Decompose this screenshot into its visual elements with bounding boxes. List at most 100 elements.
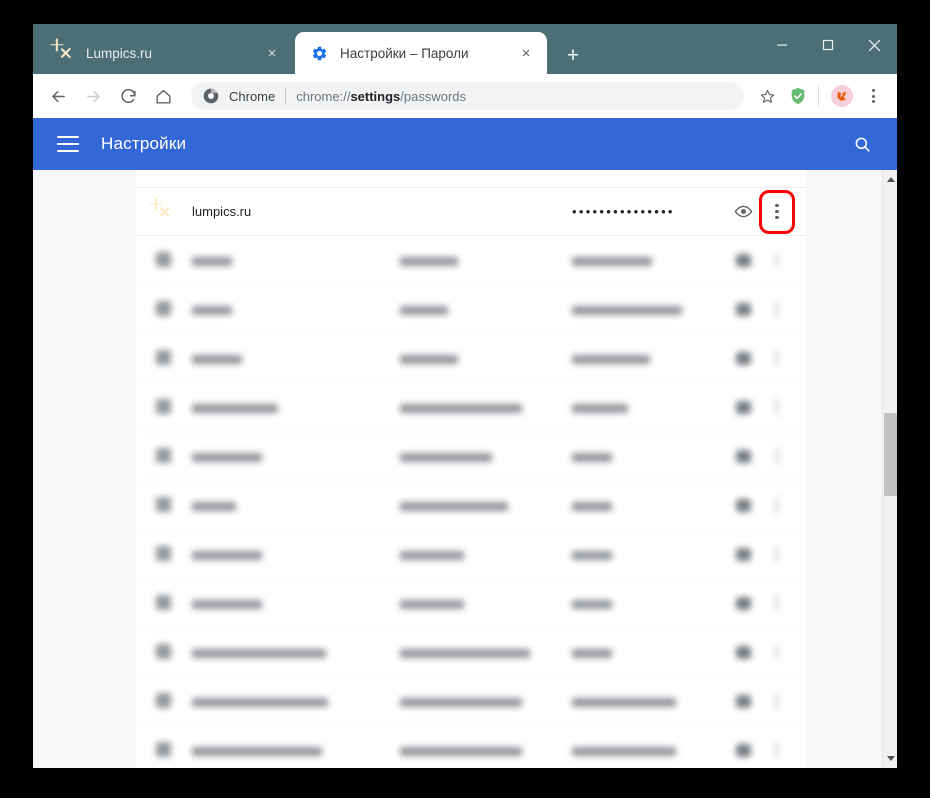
row-more-menu-button[interactable] (760, 586, 794, 620)
back-arrow-icon[interactable] (43, 81, 73, 111)
row-more-menu-button[interactable] (760, 243, 794, 277)
row-more-menu-button[interactable] (760, 537, 794, 571)
show-password-eye-icon[interactable] (726, 635, 760, 669)
password-row-website: lumpics.ru (192, 204, 252, 219)
password-row[interactable] (136, 579, 806, 628)
show-password-eye-icon[interactable] (726, 292, 760, 326)
search-icon[interactable] (849, 131, 875, 157)
address-bar[interactable]: Chrome chrome://settings/passwords (191, 82, 744, 110)
browser-tab-settings-passwords[interactable]: Настройки – Пароли × (295, 32, 547, 74)
show-password-eye-icon[interactable] (726, 586, 760, 620)
show-password-eye-icon[interactable] (726, 439, 760, 473)
password-row-password (572, 400, 726, 415)
row-more-menu-button[interactable] (760, 390, 794, 424)
show-password-eye-icon[interactable] (726, 390, 760, 424)
url-text: chrome://settings/passwords (296, 89, 466, 104)
row-more-menu-button[interactable] (760, 341, 794, 375)
scroll-down-arrow-icon[interactable] (883, 751, 897, 766)
password-row[interactable]: lumpics.ru ••••••••••••••• (136, 187, 806, 236)
hamburger-icon[interactable] (57, 136, 79, 152)
star-icon[interactable] (753, 82, 781, 110)
password-row-username (400, 302, 572, 317)
close-icon[interactable]: × (261, 42, 283, 64)
url-bold: settings (350, 88, 401, 104)
password-row-username (400, 694, 572, 709)
close-button[interactable] (851, 24, 897, 66)
shield-icon[interactable] (784, 82, 812, 110)
password-row-username (400, 351, 572, 366)
password-row-password (572, 351, 726, 366)
reload-icon[interactable] (113, 81, 143, 111)
password-row[interactable] (136, 285, 806, 334)
minimize-button[interactable] (759, 24, 805, 66)
saved-passwords-card: lumpics.ru ••••••••••••••• (136, 170, 806, 768)
password-row[interactable] (136, 530, 806, 579)
row-more-menu-button[interactable] (760, 292, 794, 326)
show-password-eye-icon[interactable] (726, 684, 760, 718)
show-password-eye-icon[interactable] (726, 488, 760, 522)
password-row-password (572, 645, 726, 660)
scroll-up-arrow-icon[interactable] (883, 172, 897, 187)
three-dot-menu-icon (775, 595, 779, 611)
url-prefix: chrome:// (296, 88, 351, 104)
browser-tab-lumpics[interactable]: Lumpics.ru × (41, 32, 293, 74)
new-tab-button[interactable]: + (559, 41, 587, 69)
row-more-menu-button[interactable] (759, 189, 795, 234)
three-dot-menu-icon (775, 204, 779, 219)
password-row-username (400, 400, 572, 415)
three-dot-menu-icon (775, 742, 779, 758)
omnibox-divider (285, 88, 287, 104)
password-row-username (400, 645, 572, 660)
security-label: Chrome (229, 88, 276, 104)
password-row-website (192, 743, 400, 758)
password-row[interactable] (136, 383, 806, 432)
password-row-website (192, 351, 400, 366)
show-password-eye-icon[interactable] (726, 537, 760, 571)
row-more-menu-button[interactable] (760, 635, 794, 669)
password-row[interactable] (136, 481, 806, 530)
password-row-website (192, 498, 400, 513)
orange-slice-icon (156, 204, 172, 220)
password-row-website (192, 302, 400, 317)
password-row[interactable] (136, 628, 806, 677)
password-row[interactable] (136, 334, 806, 383)
row-more-menu-button[interactable] (760, 488, 794, 522)
password-row-password (572, 743, 726, 758)
password-row[interactable] (136, 726, 806, 768)
password-row[interactable] (136, 677, 806, 726)
home-icon[interactable] (148, 81, 178, 111)
show-password-eye-icon[interactable] (726, 733, 760, 767)
password-row-website (192, 253, 400, 268)
page-scrollbar[interactable] (882, 170, 897, 768)
three-dot-menu-icon[interactable] (859, 82, 887, 110)
row-more-menu-button[interactable] (760, 439, 794, 473)
three-dot-menu-icon (775, 350, 779, 366)
password-row-username (400, 498, 572, 513)
generic-site-icon (156, 350, 172, 366)
password-row-password (572, 498, 726, 513)
password-row-password: ••••••••••••••• (572, 204, 675, 219)
generic-site-icon (156, 252, 172, 268)
password-row-website (192, 694, 400, 709)
fox-extension-icon[interactable] (828, 82, 856, 110)
maximize-button[interactable] (805, 24, 851, 66)
settings-page-body: lumpics.ru ••••••••••••••• (33, 170, 897, 768)
generic-site-icon (156, 546, 172, 562)
show-password-eye-icon[interactable] (726, 195, 760, 229)
settings-header: Настройки (33, 118, 897, 170)
row-more-menu-button[interactable] (760, 684, 794, 718)
password-row[interactable] (136, 432, 806, 481)
close-icon[interactable]: × (515, 42, 537, 64)
tab-title: Настройки – Пароли (340, 45, 469, 61)
page-title: Настройки (101, 134, 187, 153)
password-row[interactable] (136, 236, 806, 285)
generic-site-icon (156, 497, 172, 513)
row-more-menu-button[interactable] (760, 733, 794, 767)
three-dot-menu-icon (775, 497, 779, 513)
scrollbar-thumb[interactable] (884, 413, 897, 496)
browser-toolbar: Chrome chrome://settings/passwords (33, 74, 897, 118)
tab-strip: Lumpics.ru × Настройки – Пароли × + (33, 24, 897, 74)
generic-site-icon (156, 399, 172, 415)
show-password-eye-icon[interactable] (726, 341, 760, 375)
show-password-eye-icon[interactable] (726, 243, 760, 277)
